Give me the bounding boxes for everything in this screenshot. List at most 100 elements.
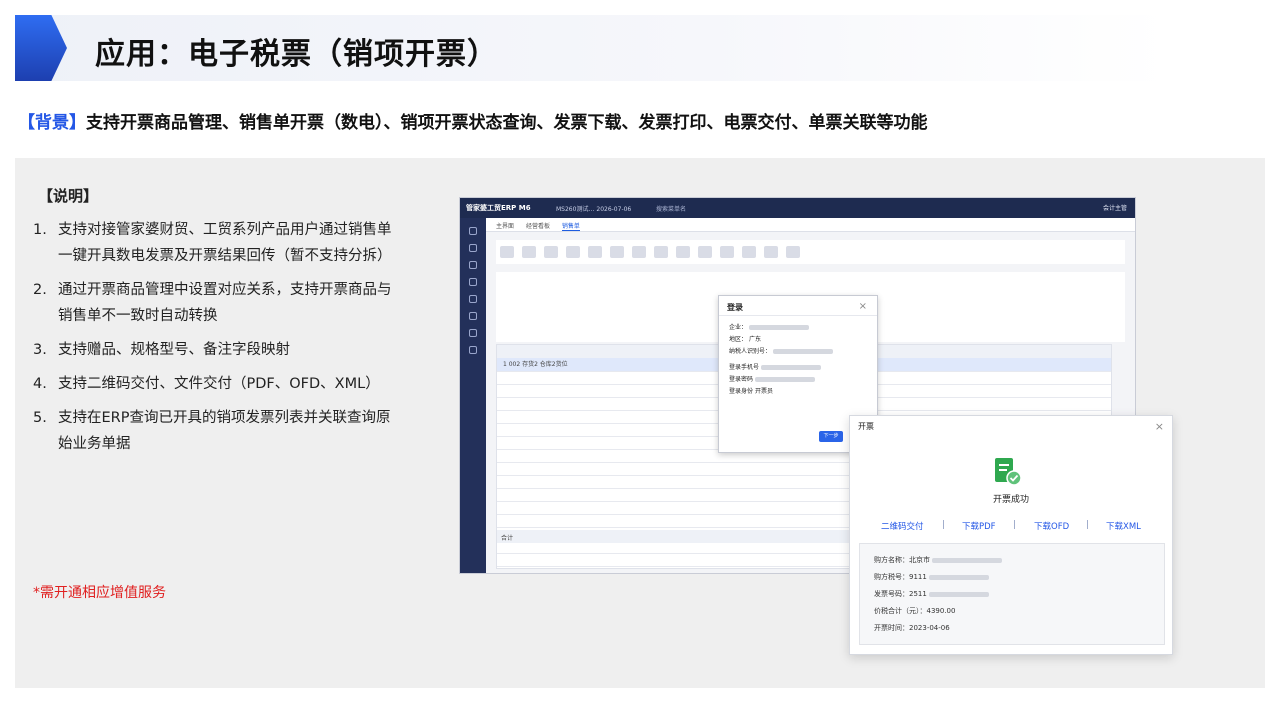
item-text: 通过开票商品管理中设置对应关系，支持开票商品与销售单不一致时自动转换 bbox=[58, 282, 392, 324]
banner-accent bbox=[15, 15, 67, 81]
list-item: 5. 支持在ERP查询已开具的销项发票列表并关联查询原始业务单据 bbox=[33, 405, 393, 457]
background-tag: 【背景】 bbox=[18, 113, 86, 133]
page-title: 应用：电子税票（销项开票） bbox=[95, 37, 498, 72]
password-label: 登录密码 bbox=[729, 376, 754, 383]
list-item: 1. 支持对接管家婆财贸、工贸系列产品用户通过销售单一键开具数电发票及开票结果回传… bbox=[33, 217, 393, 269]
buyer-tax-label: 购方税号： bbox=[874, 573, 909, 581]
divider: | bbox=[1013, 520, 1016, 530]
invoice-success-icon bbox=[995, 458, 1022, 486]
region-value: 广东 bbox=[748, 336, 761, 343]
invoice-success-dialog: 开票 × 开票成功 二维码交付 | 下载PDF | 下载OFD | 下载XML … bbox=[849, 415, 1173, 655]
toolbar-button[interactable] bbox=[676, 246, 690, 258]
item-number: 5. bbox=[33, 410, 47, 426]
tab-home[interactable]: 主界面 bbox=[496, 221, 514, 230]
notes-list: 1. 支持对接管家婆财贸、工贸系列产品用户通过销售单一键开具数电发票及开票结果回传… bbox=[33, 217, 393, 465]
list-item: 2. 通过开票商品管理中设置对应关系，支持开票商品与销售单不一致时自动转换 bbox=[33, 277, 393, 329]
erp-user[interactable]: 会计主管 bbox=[1103, 203, 1127, 212]
footnote: *需开通相应增值服务 bbox=[33, 585, 166, 601]
title-banner: 应用：电子税票（销项开票） bbox=[15, 15, 1170, 81]
toolbar-button[interactable] bbox=[698, 246, 712, 258]
divider: | bbox=[1086, 520, 1089, 530]
download-xml-link[interactable]: 下载XML bbox=[1106, 520, 1141, 532]
login-title: 登录 bbox=[719, 296, 877, 316]
qrcode-delivery-link[interactable]: 二维码交付 bbox=[881, 520, 924, 532]
region-label: 地区： bbox=[729, 336, 748, 343]
total-label: 价税合计（元）： bbox=[874, 607, 927, 615]
blurred-value bbox=[929, 574, 990, 580]
blurred-value bbox=[772, 349, 833, 354]
erp-logo: 管家婆工贸ERP M6 bbox=[466, 204, 531, 212]
item-text: 支持二维码交付、文件交付（PDF、OFD、XML） bbox=[58, 376, 380, 392]
time-value: 2023-04-06 bbox=[909, 624, 950, 632]
item-text: 支持对接管家婆财贸、工贸系列产品用户通过销售单一键开具数电发票及开票结果回传（暂… bbox=[58, 222, 392, 264]
phone-label: 登录手机号 bbox=[729, 364, 760, 371]
blurred-value bbox=[932, 557, 1003, 563]
toolbar-button[interactable] bbox=[544, 246, 558, 258]
taxid-label: 纳税人识别号： bbox=[729, 348, 772, 355]
background-line: 【背景】支持开票商品管理、销售单开票（数电）、销项开票状态查询、发票下载、发票打… bbox=[18, 108, 928, 133]
login-body: 企业： 地区： 广东 纳税人识别号： 登录手机号 登录密码 登录身份 开票员 bbox=[719, 316, 877, 404]
erp-company[interactable]: MS260测试… 2026-07-06 bbox=[556, 204, 631, 213]
blurred-value bbox=[748, 325, 809, 330]
toolbar-button[interactable] bbox=[588, 246, 602, 258]
divider: | bbox=[942, 520, 945, 530]
nav-icon[interactable] bbox=[469, 295, 477, 303]
erp-tabs: 主界面 经营看板 销售单 bbox=[486, 218, 1135, 232]
role-select[interactable]: 开票员 bbox=[755, 388, 773, 395]
toolbar-button[interactable] bbox=[500, 246, 514, 258]
toolbar-button[interactable] bbox=[610, 246, 624, 258]
nav-icon[interactable] bbox=[469, 278, 477, 286]
background-text: 支持开票商品管理、销售单开票（数电）、销项开票状态查询、发票下载、发票打印、电票… bbox=[86, 113, 928, 133]
password-field[interactable] bbox=[754, 377, 815, 382]
nav-icon[interactable] bbox=[469, 329, 477, 337]
item-number: 3. bbox=[33, 342, 47, 358]
nav-icon[interactable] bbox=[469, 346, 477, 354]
role-label: 登录身份 bbox=[729, 388, 754, 395]
nav-icon[interactable] bbox=[469, 312, 477, 320]
invoice-info-box: 购方名称：北京市 购方税号：9111 发票号码：2511 价税合计（元）：439… bbox=[859, 543, 1165, 645]
phone-field[interactable] bbox=[760, 365, 821, 370]
total-value: 4390.00 bbox=[926, 607, 956, 615]
toolbar-button[interactable] bbox=[566, 246, 580, 258]
list-item: 4. 支持二维码交付、文件交付（PDF、OFD、XML） bbox=[33, 371, 393, 397]
erp-search[interactable]: 搜索菜单名 bbox=[656, 204, 686, 213]
toolbar-button[interactable] bbox=[786, 246, 800, 258]
toolbar-button[interactable] bbox=[720, 246, 734, 258]
nav-icon[interactable] bbox=[469, 227, 477, 235]
dialog-title: 开票 bbox=[858, 422, 874, 431]
download-pdf-link[interactable]: 下载PDF bbox=[962, 520, 996, 532]
download-ofd-link[interactable]: 下载OFD bbox=[1034, 520, 1069, 532]
close-icon[interactable]: × bbox=[859, 301, 867, 312]
toolbar-button[interactable] bbox=[764, 246, 778, 258]
nav-icon[interactable] bbox=[469, 244, 477, 252]
notes-heading: 【说明】 bbox=[38, 187, 99, 205]
success-message: 开票成功 bbox=[992, 495, 1029, 505]
tab-sales-order[interactable]: 销售单 bbox=[561, 221, 580, 231]
invoice-no-label: 发票号码： bbox=[874, 590, 909, 598]
row-text: 1 002 存货2 仓库2货位 bbox=[503, 361, 568, 368]
invoice-no-value: 2511 bbox=[909, 590, 927, 598]
erp-toolbar bbox=[496, 240, 1125, 264]
buyer-tax-value: 9111 bbox=[909, 573, 927, 581]
item-text: 支持在ERP查询已开具的销项发票列表并关联查询原始业务单据 bbox=[58, 410, 391, 452]
list-item: 3. 支持赠品、规格型号、备注字段映射 bbox=[33, 337, 393, 363]
nav-icon[interactable] bbox=[469, 261, 477, 269]
buyer-name-label: 购方名称： bbox=[874, 556, 909, 564]
item-number: 4. bbox=[33, 376, 47, 392]
erp-topbar: 管家婆工贸ERP M6 MS260测试… 2026-07-06 搜索菜单名 会计… bbox=[460, 198, 1135, 218]
toolbar-button[interactable] bbox=[742, 246, 756, 258]
next-button[interactable]: 下一步 bbox=[819, 431, 843, 442]
toolbar-button[interactable] bbox=[522, 246, 536, 258]
tab-dashboard[interactable]: 经营看板 bbox=[526, 221, 550, 230]
item-number: 2. bbox=[33, 282, 47, 298]
buyer-name-value: 北京市 bbox=[909, 556, 930, 564]
toolbar-button[interactable] bbox=[632, 246, 646, 258]
company-label: 企业： bbox=[729, 324, 748, 331]
toolbar-button[interactable] bbox=[654, 246, 668, 258]
close-icon[interactable]: × bbox=[1155, 420, 1164, 433]
item-number: 1. bbox=[33, 222, 47, 238]
erp-sidebar bbox=[460, 218, 486, 573]
item-text: 支持赠品、规格型号、备注字段映射 bbox=[58, 342, 290, 358]
blurred-value bbox=[929, 591, 990, 597]
time-label: 开票时间： bbox=[874, 624, 909, 632]
